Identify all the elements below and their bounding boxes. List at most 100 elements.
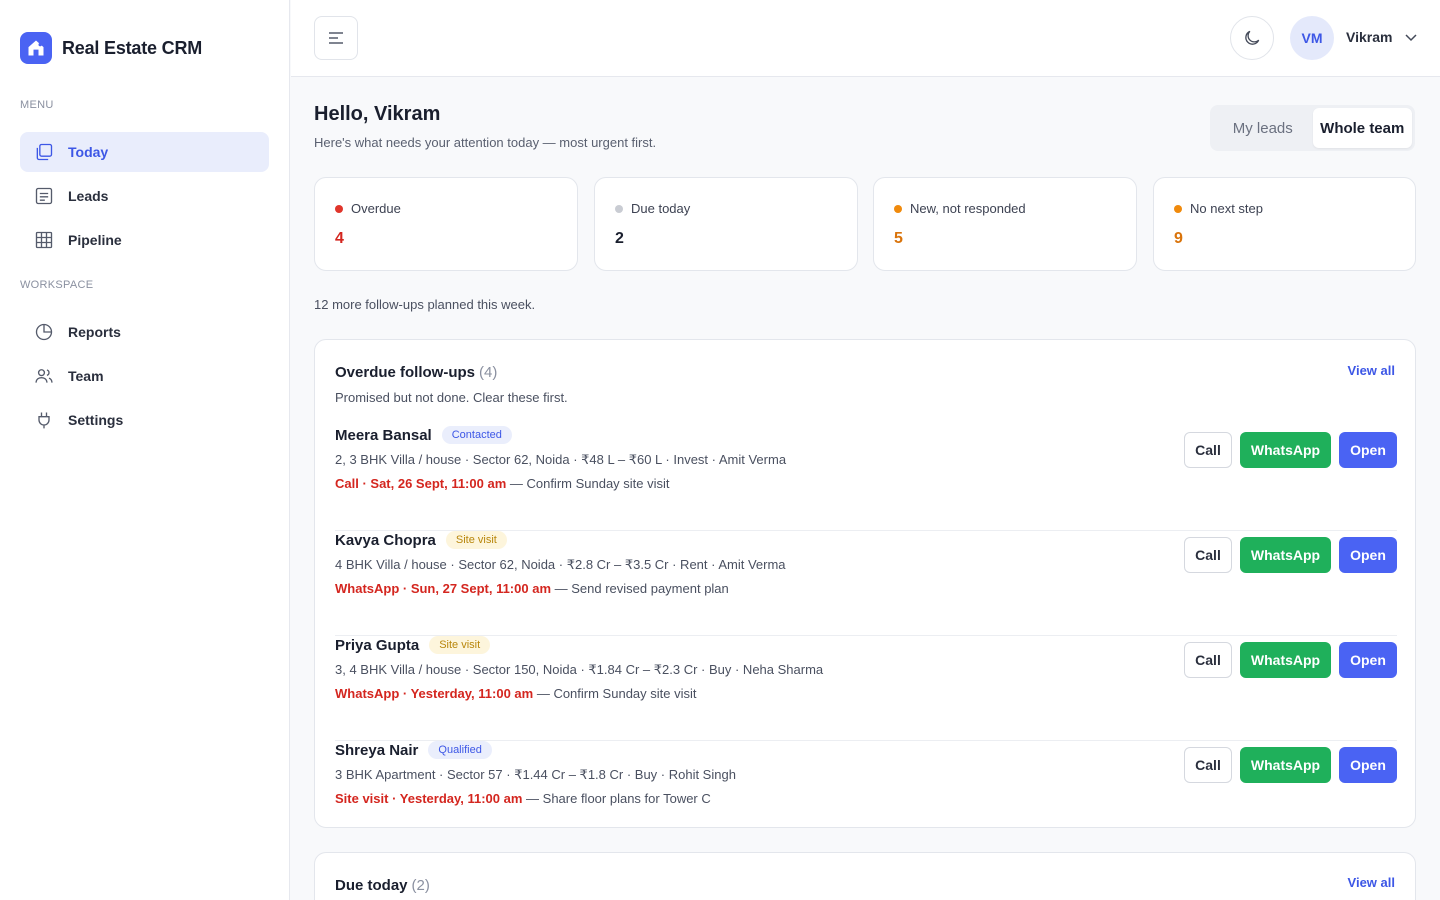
whatsapp-button[interactable]: WhatsApp [1240,642,1331,678]
stat-value: 2 [615,230,624,247]
due-date: WhatsApp · Yesterday, 11:00 am [335,686,534,701]
lead-row: Priya Gupta Site visit 3, 4 BHK Villa / h… [335,636,1397,741]
open-button[interactable]: Open [1339,432,1397,468]
page-subtitle: Here's what needs your attention today —… [314,135,657,150]
open-button[interactable]: Open [1339,537,1397,573]
call-button[interactable]: Call [1184,747,1232,783]
stat-card-overdue[interactable]: Overdue 4 [314,177,578,271]
status-badge: Site visit [445,531,507,549]
status-dot [894,204,902,213]
call-button[interactable]: Call [1184,432,1232,468]
overdue-followups-card: Overdue follow-ups (4) View all Promised … [314,339,1416,828]
sidebar-item-leads[interactable]: Leads [20,176,269,216]
call-button[interactable]: Call [1184,642,1232,678]
lead-details: 2, 3 BHK Villa / house · Sector 62, Noid… [335,452,787,467]
stat-value: 9 [1174,230,1183,247]
toggle-whole-team[interactable]: Whole team [1312,108,1412,148]
avatar[interactable]: VM [1290,16,1334,60]
user-name[interactable]: Vikram [1346,29,1392,45]
lead-details: 3 BHK Apartment · Sector 57 · ₹1.44 Cr –… [335,767,736,782]
menu-icon [329,32,343,44]
status-badge: Qualified [428,741,492,759]
card-title-text: Due today [335,877,408,894]
stat-card-new-not-responded[interactable]: New, not responded 5 [873,177,1137,271]
status-dot [615,204,623,213]
scope-toggle: My leads Whole team [1210,105,1415,151]
sidebar-item-label: Settings [68,412,124,428]
whatsapp-button[interactable]: WhatsApp [1240,537,1331,573]
planned-followups-note: 12 more follow-ups planned this week. [314,297,536,312]
plug-icon [38,412,50,429]
workspace-section-label: WORKSPACE [20,279,94,291]
sidebar-item-settings[interactable]: Settings [20,400,269,440]
moon-icon [1245,30,1260,45]
lead-row: Shreya Nair Qualified 3 BHK Apartment · S… [335,741,1397,846]
stat-value: 4 [335,230,344,247]
lead-name[interactable]: Kavya Chopra [335,532,436,549]
stat-label: New, not responded [910,201,1026,216]
sidebar-item-label: Reports [68,324,121,340]
lead-name[interactable]: Priya Gupta [335,637,419,654]
lead-name[interactable]: Meera Bansal [335,427,432,444]
lead-row: Meera Bansal Contacted 2, 3 BHK Villa / h… [335,426,1397,531]
sidebar-item-label: Pipeline [68,232,122,248]
lead-row: Kavya Chopra Site visit 4 BHK Villa / hou… [335,531,1397,636]
card-title: Due today (2) [335,877,430,894]
stat-label: Overdue [351,201,401,216]
card-title: Overdue follow-ups (4) [335,364,497,381]
task-text: — Confirm Sunday site visit [506,476,670,491]
lead-next-step: Site visit · Yesterday, 11:00 am — Share… [335,791,711,806]
home-icon [20,32,52,64]
brand[interactable]: Real Estate CRM [20,32,202,64]
sidebar-item-today[interactable]: Today [20,132,269,172]
stat-label: Due today [631,201,691,216]
task-text: — Confirm Sunday site visit [533,686,697,701]
toggle-my-leads[interactable]: My leads [1213,108,1313,148]
topbar: VM Vikram [291,0,1440,77]
task-text: — Share floor plans for Tower C [522,791,711,806]
sidebar-item-team[interactable]: Team [20,356,269,396]
list-icon [35,187,53,205]
menu-section-label: MENU [20,99,54,111]
status-badge: Contacted [441,426,512,444]
due-date: Call · Sat, 26 Sept, 11:00 am [335,476,507,491]
theme-toggle-button[interactable] [1230,16,1274,60]
view-all-link[interactable]: View all [1348,875,1395,890]
sidebar-item-label: Leads [68,188,109,204]
view-all-link[interactable]: View all [1348,363,1395,378]
users-icon [35,369,53,383]
app-title: Real Estate CRM [62,37,203,58]
lead-name[interactable]: Shreya Nair [335,742,418,759]
call-button[interactable]: Call [1184,537,1232,573]
due-today-card: Due today (2) View all [314,852,1416,900]
status-badge: Site visit [429,636,491,654]
stat-card-due-today[interactable]: Due today 2 [594,177,858,271]
whatsapp-button[interactable]: WhatsApp [1240,432,1331,468]
table-icon [35,231,53,249]
due-date: Site visit · Yesterday, 11:00 am [335,791,523,806]
sidebar-item-pipeline[interactable]: Pipeline [20,220,269,260]
sidebar-item-label: Team [68,368,104,384]
status-dot [1174,204,1182,213]
whatsapp-button[interactable]: WhatsApp [1240,747,1331,783]
due-date: WhatsApp · Sun, 27 Sept, 11:00 am [335,581,551,596]
page-title: Hello, Vikram [314,103,441,125]
lead-details: 3, 4 BHK Villa / house · Sector 150, Noi… [335,662,824,677]
task-text: — Send revised payment plan [551,581,729,596]
lead-next-step: Call · Sat, 26 Sept, 11:00 am — Confirm … [335,476,670,491]
sidebar-item-label: Today [68,144,109,160]
stat-value: 5 [894,230,903,247]
copy-icon [36,143,53,161]
open-button[interactable]: Open [1339,642,1397,678]
card-title-text: Overdue follow-ups [335,364,476,381]
lead-details: 4 BHK Villa / house · Sector 62, Noida ·… [335,557,786,572]
lead-next-step: WhatsApp · Sun, 27 Sept, 11:00 am — Send… [335,581,729,596]
stat-card-no-next-step[interactable]: No next step 9 [1153,177,1416,271]
sidebar: Real Estate CRM MENU Today Leads Pipelin… [0,0,290,900]
stat-label: No next step [1190,201,1263,216]
open-button[interactable]: Open [1339,747,1397,783]
sidebar-item-reports[interactable]: Reports [20,312,269,352]
card-description: Promised but not done. Clear these first… [335,390,568,405]
menu-toggle-button[interactable] [314,16,358,60]
chevron-down-icon[interactable] [1404,30,1418,44]
